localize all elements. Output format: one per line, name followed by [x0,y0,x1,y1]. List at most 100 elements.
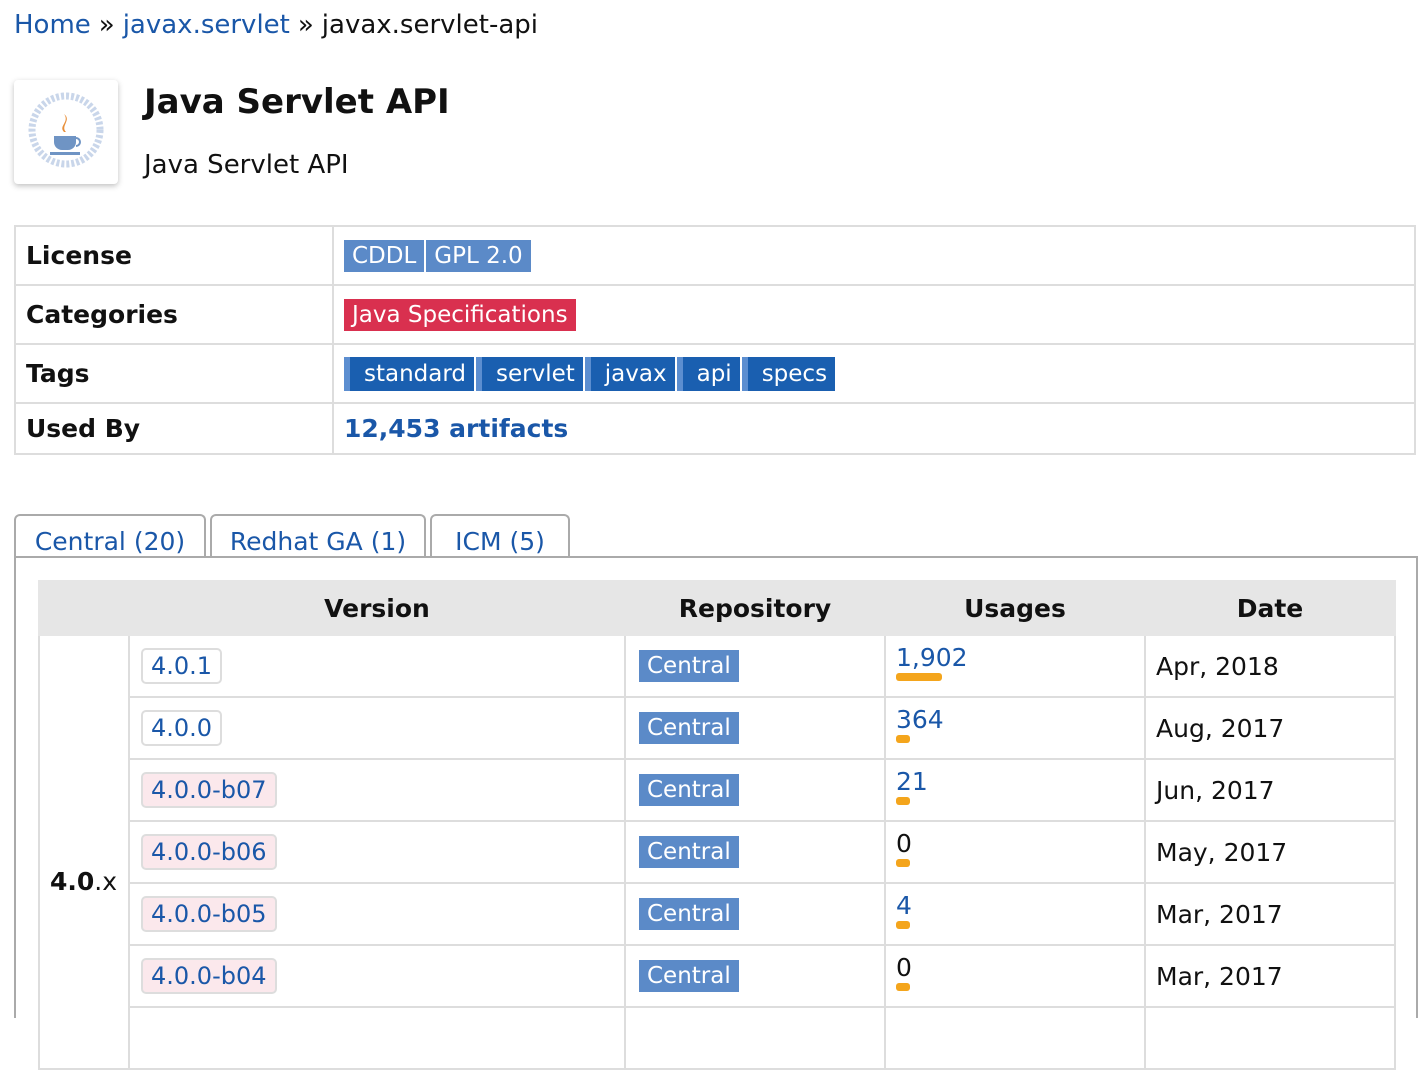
tab-icm[interactable]: ICM (5) [430,514,570,558]
tag-api[interactable]: api [676,356,740,391]
table-row: 4.0.0-b05 Central 4 Mar, 2017 [39,882,1396,946]
used-by-label: Used By [14,402,334,455]
usage-bar [896,797,910,805]
repository-cell: Central [624,944,886,1008]
date-cell: Apr, 2018 [1144,634,1396,698]
tag-standard[interactable]: standard [344,356,475,391]
page-subtitle: Java Servlet API [144,150,349,180]
version-link[interactable]: 4.0.0-b05 [141,896,277,932]
usages-link[interactable]: 1,902 [896,645,1143,671]
version-group-cell: 4.0.x [38,634,130,1070]
usages-cell: 4 [884,882,1146,946]
version-cell: 4.0.0 [128,696,626,760]
table-row: 4.0.0-b06 Central 0 May, 2017 [39,820,1396,884]
repository-cell: Central [624,696,886,760]
java-cup-icon [28,92,104,168]
license-badge-gpl[interactable]: GPL 2.0 [426,239,531,272]
repository-cell: Central [624,882,886,946]
table-row: 4.0.0-b04 Central 0 Mar, 2017 [39,944,1396,1008]
repository-badge[interactable]: Central [639,712,739,744]
date-cell: Jun, 2017 [1144,758,1396,822]
breadcrumb-separator: » [297,10,314,40]
version-link[interactable]: 4.0.1 [141,648,223,684]
repository-cell: Central [624,758,886,822]
repository-cell: Central [624,820,886,884]
version-header: Version [128,580,626,636]
usages-cell: 0 [884,820,1146,884]
usage-bar [896,921,910,929]
repository-cell: Central [624,634,886,698]
breadcrumb: Home» javax.servlet» javax.servlet-api [14,8,538,42]
date-cell: Mar, 2017 [1144,882,1396,946]
usages-cell: 364 [884,696,1146,760]
tag-specs[interactable]: specs [741,356,836,391]
version-cell: 4.0.0-b06 [128,820,626,884]
versions-table: Version Repository Usages Date 4.0.x 4.0… [38,580,1396,1070]
breadcrumb-current: javax.servlet-api [321,10,538,40]
versions-header-row: Version Repository Usages Date [38,580,1396,636]
tag-javax[interactable]: javax [584,356,675,391]
artifact-info-table: License CDDL GPL 2.0 Categories Java Spec… [14,225,1416,455]
tags-label: Tags [14,343,334,404]
version-group-major: 4.0 [50,867,95,896]
usages-cell [884,1006,1146,1070]
repository-badge[interactable]: Central [639,960,739,992]
version-cell: 4.0.0-b04 [128,944,626,1008]
usage-bar [896,859,910,867]
repository-badge[interactable]: Central [639,650,739,682]
repository-badge[interactable]: Central [639,836,739,868]
version-cell: 4.0.0-b07 [128,758,626,822]
used-by-value: 12,453 artifacts [332,402,1416,455]
java-community-process-logo [14,80,118,184]
categories-values: Java Specifications [332,284,1416,345]
categories-label: Categories [14,284,334,345]
group-header [38,580,130,636]
usage-bar [896,735,910,743]
license-badge-cddl[interactable]: CDDL [344,239,425,272]
versions-panel: Version Repository Usages Date 4.0.x 4.0… [14,556,1418,1070]
usages-link[interactable]: 364 [896,707,1143,733]
table-row-partial [39,1006,1396,1070]
date-cell [1144,1006,1396,1070]
table-row: 4.0.0 Central 364 Aug, 2017 [39,696,1396,760]
date-cell: Aug, 2017 [1144,696,1396,760]
usages-value: 0 [896,829,912,858]
version-cell: 4.0.0-b05 [128,882,626,946]
date-header: Date [1144,580,1396,636]
usages-link[interactable]: 4 [896,893,1143,919]
category-badge[interactable]: Java Specifications [344,298,576,331]
repository-cell [624,1006,886,1070]
table-row: 4.0.x 4.0.1 Central 1,902 Apr, 2018 [38,634,1396,1070]
version-group-suffix: .x [94,867,118,896]
date-cell: Mar, 2017 [1144,944,1396,1008]
usage-bar [896,673,942,681]
tab-redhat-ga[interactable]: Redhat GA (1) [210,514,426,558]
usages-header: Usages [884,580,1146,636]
used-by-link[interactable]: 12,453 artifacts [344,414,568,443]
repository-badge[interactable]: Central [639,898,739,930]
version-cell [128,1006,626,1070]
usages-value: 0 [896,953,912,982]
breadcrumb-home-link[interactable]: Home [14,10,91,40]
usages-cell: 21 [884,758,1146,822]
version-cell: 4.0.1 [128,634,626,698]
license-values: CDDL GPL 2.0 [332,225,1416,286]
breadcrumb-group-link[interactable]: javax.servlet [123,10,290,40]
page-title: Java Servlet API [144,82,450,122]
repository-badge[interactable]: Central [639,774,739,806]
version-link[interactable]: 4.0.0 [141,710,223,746]
tag-servlet[interactable]: servlet [476,356,583,391]
table-row: 4.0.0-b07 Central 21 Jun, 2017 [39,758,1396,822]
version-link[interactable]: 4.0.0-b04 [141,958,277,994]
usages-cell: 1,902 [884,634,1146,698]
version-link[interactable]: 4.0.0-b06 [141,834,277,870]
license-label: License [14,225,334,286]
tags-values: standard servlet javax api specs [332,343,1416,404]
breadcrumb-separator: » [98,10,115,40]
usage-bar [896,983,910,991]
repository-header: Repository [624,580,886,636]
date-cell: May, 2017 [1144,820,1396,884]
usages-link[interactable]: 21 [896,769,1143,795]
tab-central[interactable]: Central (20) [14,514,206,562]
version-link[interactable]: 4.0.0-b07 [141,772,277,808]
